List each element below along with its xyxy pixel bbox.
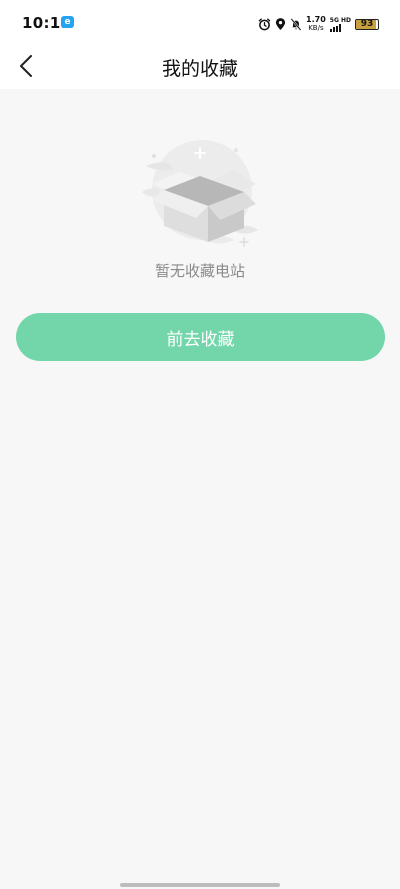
signal-label: 5G HD (329, 16, 351, 24)
network-speed: 1.70 KB/s (306, 15, 326, 33)
network-speed-value: 1.70 (306, 15, 326, 24)
go-collect-button[interactable]: 前去收藏 (16, 313, 385, 361)
app-notification-icon: e (61, 16, 74, 28)
empty-message: 暂无收藏电站 (154, 262, 245, 280)
mute-bell-icon (290, 17, 302, 31)
signal-indicator: 5G HD (329, 16, 351, 32)
battery-icon: 93 (355, 18, 379, 30)
page-title: 我的收藏 (161, 58, 238, 80)
location-icon (275, 17, 286, 30)
battery-indicator: 93 (355, 18, 379, 30)
signal-bars-icon (329, 23, 341, 32)
status-icons: 1.70 KB/s 5G HD 93 (258, 14, 379, 34)
alarm-icon (258, 17, 271, 30)
battery-level: 93 (360, 18, 374, 29)
header-area: 10:15 e 1.70 KB/s 5G HD 93 我的收藏 (0, 0, 400, 89)
home-indicator[interactable] (120, 883, 280, 887)
network-speed-unit: KB/s (308, 24, 324, 32)
nav-bar: 我的收藏 (0, 46, 400, 89)
empty-box-icon (130, 126, 270, 256)
status-bar: 10:15 e 1.70 KB/s 5G HD 93 (0, 0, 400, 46)
